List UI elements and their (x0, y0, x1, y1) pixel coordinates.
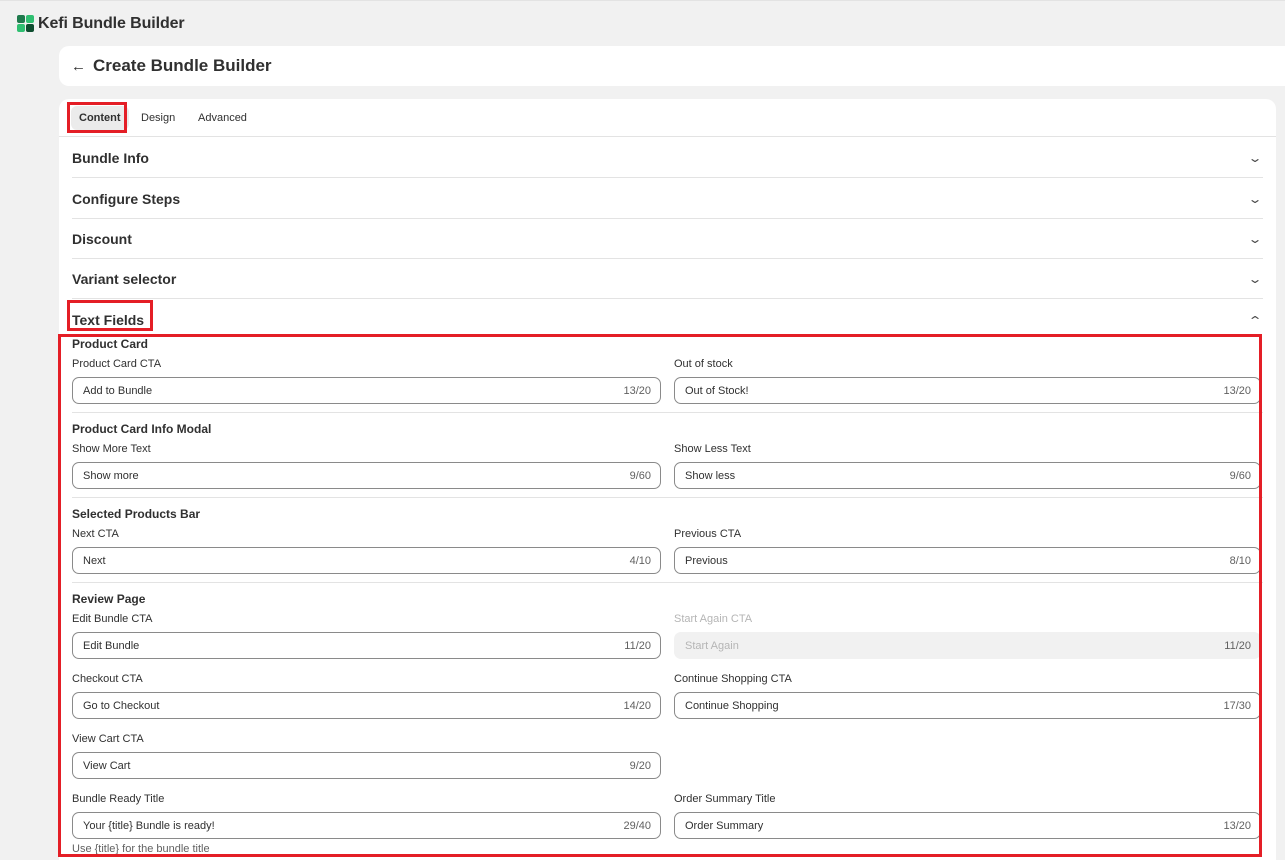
label-next-cta: Next CTA (72, 528, 119, 540)
divider (72, 497, 1263, 498)
input-value: Show more (83, 469, 139, 482)
section-title-review-page: Review Page (72, 592, 146, 606)
accordion-bundle-info[interactable]: Bundle Info ⌄ (72, 138, 1263, 178)
accordion-configure-steps[interactable]: Configure Steps ⌄ (72, 179, 1263, 219)
chevron-down-icon: ⌄ (1247, 191, 1263, 206)
char-count: 13/20 (1223, 384, 1251, 397)
input-value: Edit Bundle (83, 639, 140, 652)
chevron-down-icon: ⌄ (1247, 271, 1263, 286)
label-show-less: Show Less Text (674, 443, 751, 455)
order-summary-title-input[interactable]: Order Summary 13/20 (674, 812, 1261, 839)
label-checkout-cta: Checkout CTA (72, 673, 143, 685)
char-count: 14/20 (623, 699, 651, 712)
highlight-box-text-fields (67, 300, 153, 331)
bundle-ready-help-text: Use {title} for the bundle title (72, 843, 210, 855)
label-previous-cta: Previous CTA (674, 528, 742, 540)
label-order-summary-title: Order Summary Title (674, 793, 776, 805)
main-card: Content Design Advanced Bundle Info ⌄ Co… (59, 99, 1276, 860)
next-cta-input[interactable]: Next 4/10 (72, 547, 661, 574)
section-title-products-bar: Selected Products Bar (72, 507, 201, 521)
input-value: Show less (685, 469, 736, 482)
input-value: Next (83, 554, 106, 567)
app-logo-icon (17, 15, 34, 32)
label-out-of-stock: Out of stock (674, 358, 733, 370)
chevron-up-icon: ⌄ (1247, 313, 1263, 327)
char-count: 11/20 (1224, 639, 1251, 652)
input-value: Out of Stock! (685, 384, 749, 397)
accordion-text-fields[interactable]: Text Fields ⌄ (72, 300, 1263, 340)
char-count: 9/60 (1229, 469, 1251, 482)
accordion-label: Configure Steps (72, 190, 181, 207)
input-value: Start Again (685, 639, 739, 652)
accordion-label: Variant selector (72, 270, 177, 287)
label-bundle-ready-title: Bundle Ready Title (72, 793, 165, 805)
section-title-product-card: Product Card (72, 337, 149, 351)
char-count: 13/20 (1223, 819, 1251, 832)
arrow-left-icon[interactable]: ← (71, 58, 93, 75)
label-show-more: Show More Text (72, 443, 151, 455)
input-value: Your {title} Bundle is ready! (83, 819, 215, 832)
start-again-cta-input: Start Again 11/20 (674, 632, 1261, 659)
edit-bundle-cta-input[interactable]: Edit Bundle 11/20 (72, 632, 661, 659)
label-continue-shopping-cta: Continue Shopping CTA (674, 673, 792, 685)
label-product-card-cta: Product Card CTA (72, 358, 162, 370)
divider (72, 582, 1263, 583)
accordion-discount[interactable]: Discount ⌄ (72, 219, 1263, 259)
label-start-again-cta: Start Again CTA (674, 613, 753, 625)
char-count: 8/10 (1229, 554, 1251, 567)
previous-cta-input[interactable]: Previous 8/10 (674, 547, 1261, 574)
input-value: Previous (685, 554, 728, 567)
page-header: ← Create Bundle Builder (59, 46, 1285, 86)
accordion-variant-selector[interactable]: Variant selector ⌄ (72, 259, 1263, 299)
out-of-stock-input[interactable]: Out of Stock! 13/20 (674, 377, 1261, 404)
char-count: 4/10 (629, 554, 651, 567)
chevron-down-icon: ⌄ (1247, 150, 1263, 165)
input-value: Go to Checkout (83, 699, 160, 712)
bundle-ready-title-input[interactable]: Your {title} Bundle is ready! 29/40 (72, 812, 661, 839)
char-count: 13/20 (623, 384, 651, 397)
tab-bar: Content Design Advanced (59, 99, 1276, 137)
continue-shopping-cta-input[interactable]: Continue Shopping 17/30 (674, 692, 1261, 719)
show-more-input[interactable]: Show more 9/60 (72, 462, 661, 489)
product-card-cta-input[interactable]: Add to Bundle 13/20 (72, 377, 661, 404)
label-edit-bundle-cta: Edit Bundle CTA (72, 613, 153, 625)
input-value: View Cart (83, 759, 131, 772)
page-title: Create Bundle Builder (93, 56, 272, 75)
app-topbar: Kefi Bundle Builder (0, 0, 1285, 46)
char-count: 29/40 (623, 819, 651, 832)
char-count: 9/20 (629, 759, 651, 772)
input-value: Add to Bundle (83, 384, 153, 397)
input-value: Continue Shopping (685, 699, 779, 712)
tab-design[interactable]: Design (133, 106, 183, 130)
show-less-input[interactable]: Show less 9/60 (674, 462, 1261, 489)
tab-advanced[interactable]: Advanced (190, 106, 255, 130)
chevron-down-icon: ⌄ (1247, 231, 1263, 246)
input-value: Order Summary (685, 819, 764, 832)
checkout-cta-input[interactable]: Go to Checkout 14/20 (72, 692, 661, 719)
section-title-info-modal: Product Card Info Modal (72, 422, 212, 436)
char-count: 9/60 (629, 469, 651, 482)
divider (72, 412, 1263, 413)
accordion-label: Discount (72, 230, 132, 247)
app-title: Kefi Bundle Builder (38, 14, 185, 32)
char-count: 11/20 (624, 639, 651, 652)
char-count: 17/30 (1223, 699, 1251, 712)
label-view-cart-cta: View Cart CTA (72, 733, 144, 745)
view-cart-cta-input[interactable]: View Cart 9/20 (72, 752, 661, 779)
accordion-label: Bundle Info (72, 149, 149, 166)
highlight-box-content-tab (67, 102, 127, 133)
